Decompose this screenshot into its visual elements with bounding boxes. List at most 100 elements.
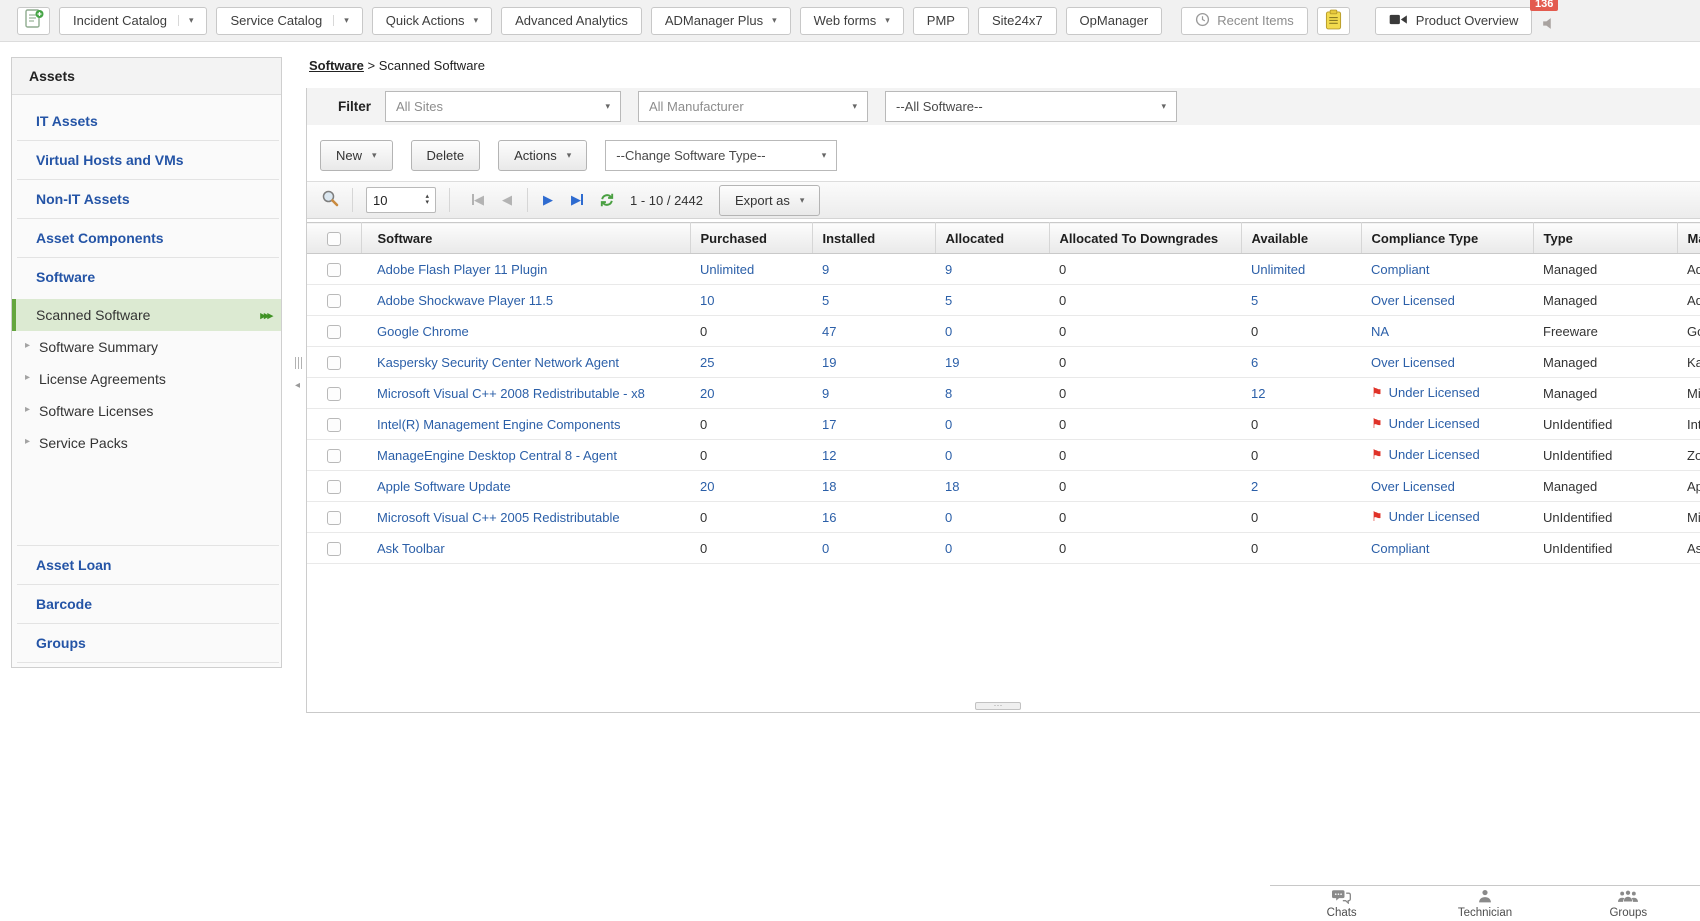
software-link[interactable]: Microsoft Visual C++ 2005 Redistributabl… — [377, 510, 620, 525]
sidebar-item-scanned-software-active[interactable]: Scanned Software ▸▸▸ — [12, 299, 281, 331]
site24x7-button[interactable]: Site24x7 — [978, 7, 1057, 35]
compliance-link[interactable]: Over Licensed — [1371, 293, 1455, 308]
software-link[interactable]: Kaspersky Security Center Network Agent — [377, 355, 619, 370]
next-page-button[interactable]: ▶ — [543, 192, 553, 208]
row-checkbox[interactable] — [327, 480, 341, 494]
installed-link[interactable]: 5 — [822, 293, 829, 308]
row-checkbox[interactable] — [327, 294, 341, 308]
admanager-plus-menu[interactable]: ADManager Plus▾ — [651, 7, 791, 35]
compliance-link[interactable]: Over Licensed — [1371, 479, 1455, 494]
available-value[interactable]: 5 — [1251, 293, 1258, 308]
notification-badge[interactable]: 136 — [1530, 0, 1558, 11]
chats-button[interactable]: Chats — [1270, 886, 1413, 921]
sidebar-item-asset-loan[interactable]: Asset Loan — [17, 545, 279, 585]
row-checkbox[interactable] — [327, 356, 341, 370]
compliance-link[interactable]: Under Licensed — [1389, 416, 1480, 431]
available-value[interactable]: 0 — [1251, 448, 1258, 463]
incident-catalog-menu[interactable]: Incident Catalog▾ — [59, 7, 207, 35]
allocated-link[interactable]: 0 — [945, 448, 952, 463]
purchased-value[interactable]: 20 — [700, 386, 714, 401]
installed-link[interactable]: 12 — [822, 448, 836, 463]
purchased-value[interactable]: 10 — [700, 293, 714, 308]
refresh-button[interactable] — [598, 191, 616, 209]
prev-page-button[interactable]: ◀ — [502, 192, 512, 208]
page-size-input[interactable]: 10 ▴▾ — [366, 187, 436, 213]
available-value[interactable]: 6 — [1251, 355, 1258, 370]
compliance-link[interactable]: NA — [1371, 324, 1389, 339]
advanced-analytics-button[interactable]: Advanced Analytics — [501, 7, 642, 35]
allocated-link[interactable]: 18 — [945, 479, 959, 494]
compliance-link[interactable]: Over Licensed — [1371, 355, 1455, 370]
purchased-value[interactable]: 0 — [700, 448, 707, 463]
col-allocated-to-downgrades[interactable]: Allocated To Downgrades — [1049, 223, 1241, 254]
software-link[interactable]: Intel(R) Management Engine Components — [377, 417, 621, 432]
installed-link[interactable]: 18 — [822, 479, 836, 494]
compliance-link[interactable]: Compliant — [1371, 541, 1430, 556]
purchased-value[interactable]: 0 — [700, 417, 707, 432]
row-checkbox[interactable] — [327, 511, 341, 525]
allocated-link[interactable]: 0 — [945, 324, 952, 339]
row-checkbox[interactable] — [327, 542, 341, 556]
col-type[interactable]: Type — [1533, 223, 1677, 254]
available-value[interactable]: 12 — [1251, 386, 1265, 401]
available-value[interactable]: 0 — [1251, 510, 1258, 525]
allocated-link[interactable]: 5 — [945, 293, 952, 308]
recent-items-button[interactable]: Recent Items — [1181, 7, 1308, 35]
row-checkbox[interactable] — [327, 449, 341, 463]
col-software[interactable]: Software — [361, 223, 690, 254]
pmp-button[interactable]: PMP — [913, 7, 969, 35]
col-allocated[interactable]: Allocated — [935, 223, 1049, 254]
sidebar-item-software-licenses[interactable]: ▸Software Licenses — [12, 395, 281, 427]
installed-link[interactable]: 17 — [822, 417, 836, 432]
delete-button[interactable]: Delete — [411, 140, 481, 171]
software-link[interactable]: ManageEngine Desktop Central 8 - Agent — [377, 448, 617, 463]
row-checkbox[interactable] — [327, 418, 341, 432]
sidebar-item-software[interactable]: Software — [17, 258, 279, 296]
available-value[interactable]: Unlimited — [1251, 262, 1305, 277]
allocated-link[interactable]: 19 — [945, 355, 959, 370]
purchased-value[interactable]: 0 — [700, 324, 707, 339]
sidebar-item-non-it-assets[interactable]: Non-IT Assets — [17, 180, 279, 219]
installed-link[interactable]: 19 — [822, 355, 836, 370]
compliance-link[interactable]: Compliant — [1371, 262, 1430, 277]
row-checkbox[interactable] — [327, 387, 341, 401]
allocated-link[interactable]: 0 — [945, 510, 952, 525]
quick-actions-menu[interactable]: Quick Actions▾ — [372, 7, 492, 35]
new-button[interactable]: New▾ — [320, 140, 393, 171]
search-icon[interactable] — [321, 189, 339, 212]
clipboard-button[interactable] — [1317, 7, 1350, 35]
purchased-value[interactable]: 0 — [700, 541, 707, 556]
software-link[interactable]: Microsoft Visual C++ 2008 Redistributabl… — [377, 386, 645, 401]
sidebar-item-virtual-hosts[interactable]: Virtual Hosts and VMs — [17, 141, 279, 180]
purchased-value[interactable]: Unlimited — [700, 262, 754, 277]
allocated-link[interactable]: 9 — [945, 262, 952, 277]
installed-link[interactable]: 16 — [822, 510, 836, 525]
technician-button[interactable]: Technician — [1413, 886, 1556, 921]
software-link[interactable]: Apple Software Update — [377, 479, 511, 494]
available-value[interactable]: 2 — [1251, 479, 1258, 494]
available-value[interactable]: 0 — [1251, 541, 1258, 556]
sidebar-item-license-agreements[interactable]: ▸License Agreements — [12, 363, 281, 395]
software-filter-select[interactable]: --All Software--▾ — [885, 91, 1177, 122]
installed-link[interactable]: 0 — [822, 541, 829, 556]
sidebar-item-groups[interactable]: Groups — [17, 624, 279, 663]
compliance-link[interactable]: Under Licensed — [1389, 447, 1480, 462]
horizontal-scrollbar[interactable]: ··· — [307, 700, 1700, 713]
breadcrumb-software-link[interactable]: Software — [309, 58, 364, 73]
sidebar-item-service-packs[interactable]: ▸Service Packs — [12, 427, 281, 459]
last-page-button[interactable]: ▶ — [571, 192, 583, 208]
installed-link[interactable]: 47 — [822, 324, 836, 339]
col-available[interactable]: Available — [1241, 223, 1361, 254]
first-page-button[interactable]: ◀ — [472, 192, 484, 208]
allocated-link[interactable]: 0 — [945, 417, 952, 432]
scrollbar-grip[interactable]: ··· — [975, 702, 1021, 710]
col-manufacturer[interactable]: Ma — [1677, 223, 1700, 254]
site-filter-select[interactable]: All Sites▾ — [385, 91, 621, 122]
software-link[interactable]: Google Chrome — [377, 324, 469, 339]
allocated-link[interactable]: 8 — [945, 386, 952, 401]
sidebar-item-barcode[interactable]: Barcode — [17, 585, 279, 624]
purchased-value[interactable]: 0 — [700, 510, 707, 525]
sidebar-item-asset-components[interactable]: Asset Components — [17, 219, 279, 258]
installed-link[interactable]: 9 — [822, 262, 829, 277]
select-all-checkbox[interactable] — [327, 232, 341, 246]
